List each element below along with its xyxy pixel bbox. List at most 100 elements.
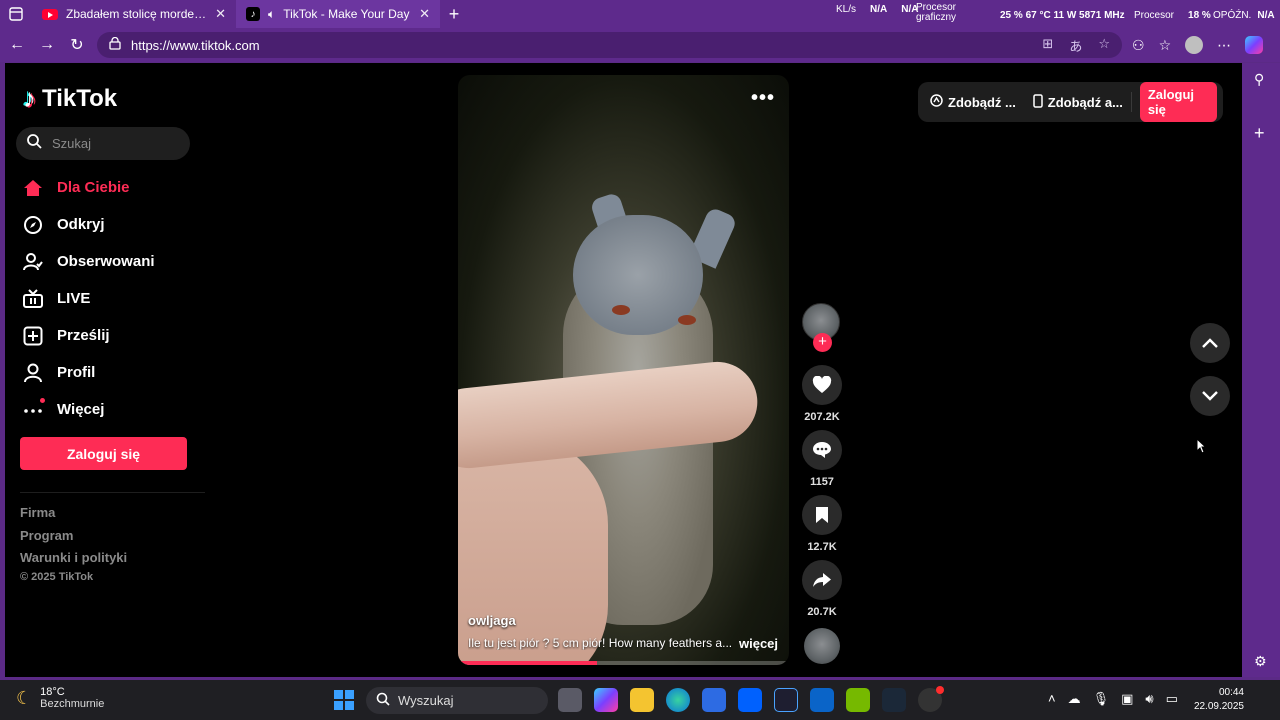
video-player[interactable]: ••• owljaga Ile tu jest piór ? 5 cm piór…: [458, 75, 789, 665]
comment-button[interactable]: [802, 430, 842, 470]
previous-video-button[interactable]: [1190, 323, 1230, 363]
extensions-icon[interactable]: ⚇: [1132, 37, 1145, 54]
search-box[interactable]: [16, 127, 190, 160]
browser-toolbar-right: ⚇ ☆ ⋯: [1132, 36, 1264, 54]
video-author[interactable]: owljaga: [468, 613, 516, 628]
hw-cpu: Procesor 18 %: [1134, 10, 1211, 21]
task-view-icon[interactable]: [558, 688, 582, 712]
tab-tiktok[interactable]: ♪ 🔈︎ TikTok - Make Your Day ✕: [236, 0, 440, 28]
profile-icon: [23, 363, 43, 383]
sidebar-item-profile[interactable]: Profil: [23, 354, 155, 391]
footer-link-terms[interactable]: Warunki i polityki: [20, 550, 127, 573]
gear-icon[interactable]: ⚙: [1254, 653, 1267, 670]
get-app-button[interactable]: Zdobądź a...: [1033, 93, 1123, 111]
video-more-options-icon[interactable]: •••: [751, 87, 775, 110]
sound-avatar[interactable]: [804, 628, 840, 664]
taskbar-apps: [558, 686, 944, 712]
refresh-icon[interactable]: ↻: [62, 35, 92, 55]
system-clock[interactable]: 00:44 22.09.2025: [1194, 686, 1244, 714]
sidebar-item-live[interactable]: LIVE: [23, 280, 155, 317]
sidebar-item-more[interactable]: Więcej: [23, 391, 155, 428]
tab-youtube[interactable]: Zbadałem stolicę morderstw na świecie ✕: [32, 0, 236, 28]
share-count: 20.7K: [807, 606, 837, 618]
share-button[interactable]: [802, 560, 842, 600]
comment-count: 1157: [810, 476, 834, 488]
speaker-icon[interactable]: 🔈︎: [268, 7, 275, 22]
microphone-icon[interactable]: 🎙︎: [1093, 691, 1110, 707]
weather-description: Bezchmurnie: [40, 698, 105, 710]
address-bar[interactable]: https://www.tiktok.com ⊞ あ ☆: [97, 32, 1122, 58]
coin-icon: [930, 94, 943, 110]
footer-link-company[interactable]: Firma: [20, 505, 127, 528]
pill-divider: [1130, 92, 1132, 112]
forward-icon[interactable]: →: [32, 36, 62, 54]
tab-actions-icon[interactable]: [0, 0, 32, 28]
cpu-value: 18 %: [1188, 10, 1211, 21]
windows-taskbar: ☾ 18°C Bezchmurnie Wyszukaj ˄ ☁ 🎙︎ ▣ 🔊︎ …: [0, 680, 1280, 720]
search-icon: [26, 133, 42, 154]
pill-divider: [1024, 92, 1025, 112]
back-icon[interactable]: ←: [2, 36, 32, 54]
footer-link-program[interactable]: Program: [20, 528, 127, 551]
cloud-icon[interactable]: ☁: [1068, 691, 1081, 707]
steam-icon[interactable]: [882, 688, 906, 712]
sidebar-item-upload[interactable]: Prześlij: [23, 317, 155, 354]
sidebar-item-label: Dla Ciebie: [57, 179, 130, 196]
battery-icon[interactable]: ▭: [1166, 691, 1178, 707]
chevron-down-icon: [1202, 391, 1218, 401]
profile-avatar[interactable]: [1185, 36, 1204, 54]
search-icon[interactable]: ⚲: [1254, 71, 1264, 88]
settings-more-icon[interactable]: ⋯: [1217, 37, 1231, 54]
add-icon[interactable]: +: [1254, 123, 1265, 144]
chevron-up-icon[interactable]: ˄: [1048, 691, 1056, 707]
like-button[interactable]: [802, 365, 842, 405]
taskbar-search-placeholder: Wyszukaj: [398, 693, 454, 708]
tiktok-logo[interactable]: ♪ TikTok: [23, 83, 117, 114]
login-button[interactable]: Zaloguj się: [20, 437, 187, 470]
get-coins-button[interactable]: Zdobądź ...: [930, 94, 1016, 110]
sidebar-item-following[interactable]: Obserwowani: [23, 243, 155, 280]
microsoft-store-icon[interactable]: [702, 688, 726, 712]
edge-browser-icon[interactable]: [666, 688, 690, 712]
close-tab-icon[interactable]: ✕: [215, 6, 226, 22]
nvidia-icon[interactable]: [846, 688, 870, 712]
creator-avatar[interactable]: +: [802, 303, 840, 352]
search-input[interactable]: [52, 136, 172, 151]
sidebar-item-explore[interactable]: Odkryj: [23, 206, 155, 243]
sidebar-item-for-you[interactable]: Dla Ciebie: [23, 169, 155, 206]
windows-start-icon[interactable]: [334, 690, 354, 710]
caption-more-link[interactable]: więcej: [739, 636, 778, 651]
dropbox-icon[interactable]: [738, 688, 762, 712]
browser-sidebar: ⚲ + ⚙: [1242, 63, 1280, 677]
tab-title: Zbadałem stolicę morderstw na świecie: [66, 7, 208, 21]
app-badge-icon[interactable]: [918, 686, 944, 712]
file-explorer-icon[interactable]: [630, 688, 654, 712]
app-available-icon[interactable]: ⊞: [1042, 36, 1053, 55]
favorite-star-icon[interactable]: ☆: [1098, 36, 1110, 55]
home-icon: [23, 178, 43, 198]
new-tab-button[interactable]: +: [440, 4, 468, 25]
lock-icon[interactable]: [109, 36, 121, 53]
video-progress-bar[interactable]: [458, 661, 789, 665]
kbs-label: KL/s: [836, 4, 857, 15]
mouse-cursor-icon: [1196, 437, 1207, 459]
next-video-button[interactable]: [1190, 376, 1230, 416]
url-text[interactable]: https://www.tiktok.com: [131, 38, 260, 53]
close-tab-icon[interactable]: ✕: [419, 6, 430, 22]
volume-icon[interactable]: 🔊︎: [1145, 691, 1153, 707]
translate-icon[interactable]: あ: [1069, 36, 1082, 55]
copilot-icon[interactable]: [1245, 36, 1264, 54]
copilot-app-icon[interactable]: [594, 688, 618, 712]
app-icon[interactable]: [774, 688, 798, 712]
sidebar-item-label: Prześlij: [57, 327, 110, 344]
follow-plus-icon[interactable]: +: [813, 333, 832, 352]
top-login-button[interactable]: Zaloguj się: [1139, 82, 1218, 122]
sidebar-item-label: Obserwowani: [57, 253, 155, 270]
outlook-icon[interactable]: [810, 688, 834, 712]
favorites-icon[interactable]: ☆: [1159, 37, 1172, 54]
bookmark-button[interactable]: [802, 495, 842, 535]
taskbar-search[interactable]: Wyszukaj: [366, 687, 548, 714]
weather-widget[interactable]: ☾ 18°C Bezchmurnie: [16, 686, 104, 710]
browser-navbar: ← → ↻ https://www.tiktok.com ⊞ あ ☆ ⚇ ☆ ⋯: [0, 28, 1280, 62]
network-icon[interactable]: ▣: [1121, 691, 1133, 707]
